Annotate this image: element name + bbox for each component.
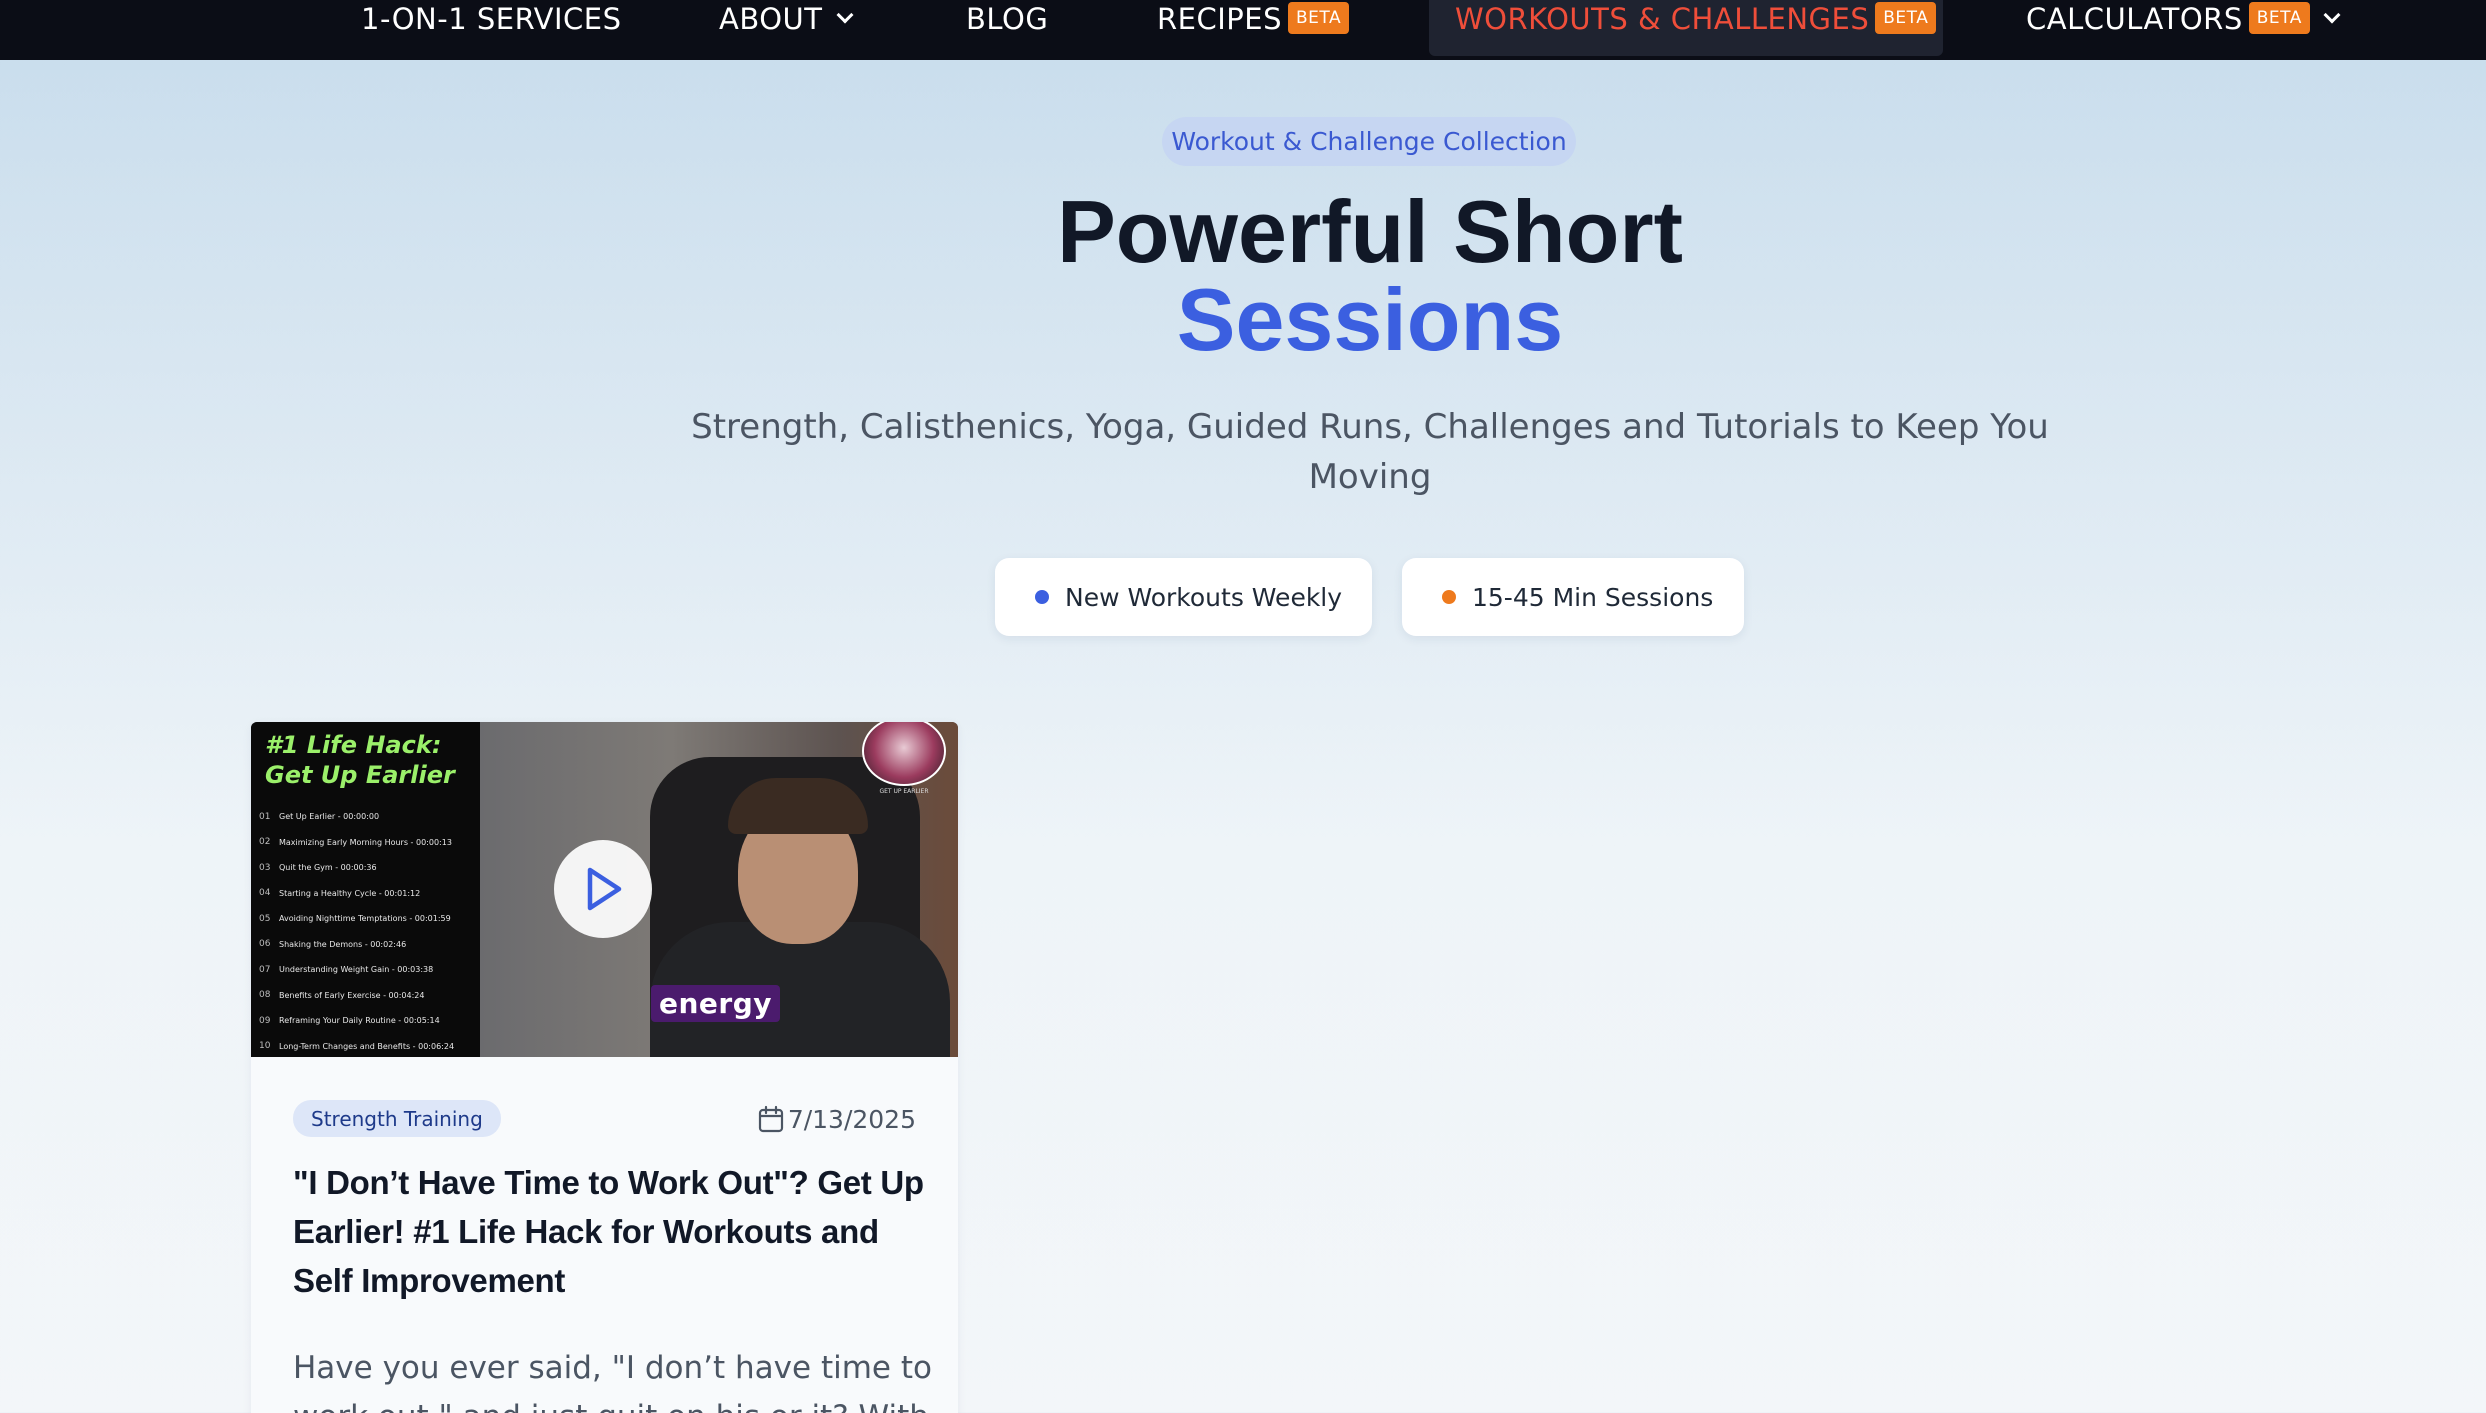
feature-pill-weekly: New Workouts Weekly: [995, 558, 1372, 636]
thumbnail-title: #1 Life Hack: Get Up Earlier: [265, 731, 455, 789]
chapter-item: 07 Understanding Weight Gain - 00:03:38: [259, 964, 434, 975]
beta-badge: BETA: [1288, 2, 1350, 34]
chapter-item: 10 Long-Term Changes and Benefits - 00:06…: [259, 1041, 455, 1052]
nav-item-workouts-challenges[interactable]: WORKOUTS & CHALLENGES BETA: [1455, 0, 1937, 60]
feature-label: 15-45 Min Sessions: [1472, 582, 1714, 612]
person-cap: [728, 778, 868, 834]
chevron-down-icon: [836, 6, 853, 24]
post-date-text: 7/13/2025: [787, 1104, 916, 1134]
chapter-item: 06 Shaking the Demons - 00:02:46: [259, 939, 407, 950]
nav-item-blog[interactable]: BLOG: [966, 0, 1048, 60]
calendar-icon: [758, 1105, 783, 1133]
play-icon: [587, 867, 622, 911]
channel-logo-text: GET UP EARLIER: [879, 788, 929, 795]
nav-item-recipes[interactable]: RECIPES BETA: [1157, 0, 1350, 60]
page-subtitle: Strength, Calisthenics, Yoga, Guided Run…: [691, 407, 2049, 497]
chapter-item: 02 Maximizing Early Morning Hours - 00:00…: [259, 837, 452, 848]
workout-card[interactable]: #1 Life Hack: Get Up Earlier 01 Get Up Ea…: [251, 722, 958, 1413]
thumbnail-chapter-panel: #1 Life Hack: Get Up Earlier 01 Get Up Ea…: [251, 722, 480, 1057]
page-title-highlight: Sessions: [1176, 270, 1564, 369]
chapter-list: 01 Get Up Earlier - 00:00:00 02 Maximizing…: [259, 804, 477, 1057]
play-button[interactable]: [554, 840, 652, 938]
chevron-down-icon: [2323, 6, 2341, 24]
beta-badge: BETA: [1875, 2, 1937, 34]
feature-pill-duration: 15-45 Min Sessions: [1402, 558, 1744, 636]
collection-tag: Workout & Challenge Collection: [1162, 117, 1576, 166]
card-excerpt: Have you ever said, "I don’t have time t…: [293, 1350, 932, 1413]
chapter-item: 05 Avoiding Nighttime Temptations - 00:01…: [259, 913, 451, 924]
post-date: 7/13/2025: [758, 1102, 916, 1136]
dot-icon: [1442, 590, 1456, 604]
nav-item-services[interactable]: 1-ON-1 SERVICES: [361, 0, 622, 60]
chapter-item: 08 Benefits of Early Exercise - 00:04:24: [259, 990, 425, 1001]
video-thumbnail[interactable]: #1 Life Hack: Get Up Earlier 01 Get Up Ea…: [251, 722, 958, 1057]
chapter-item: 03 Quit the Gym - 00:00:36: [259, 862, 377, 873]
chapter-item: 01 Get Up Earlier - 00:00:00: [259, 811, 380, 822]
beta-badge: BETA: [2248, 2, 2310, 34]
dot-icon: [1035, 590, 1049, 604]
top-navigation: 1-ON-1 SERVICES ABOUT BLOG RECIPES BETA …: [0, 0, 2486, 60]
chapter-item: 04 Starting a Healthy Cycle - 00:01:12: [259, 888, 421, 899]
page-title: Powerful Short Sessions: [0, 188, 2486, 364]
category-badge[interactable]: Strength Training: [293, 1100, 501, 1137]
thumbnail-caption: energy: [651, 985, 781, 1022]
nav-item-about[interactable]: ABOUT: [719, 0, 853, 60]
nav-item-calculators[interactable]: CALCULATORS BETA: [2026, 0, 2341, 60]
feature-label: New Workouts Weekly: [1065, 582, 1343, 612]
chapter-item: 09 Reframing Your Daily Routine - 00:05:1…: [259, 1015, 440, 1026]
page-title-line1: Powerful Short: [1057, 182, 1683, 281]
card-title[interactable]: "I Don’t Have Time to Work Out"? Get Up …: [293, 1158, 933, 1305]
